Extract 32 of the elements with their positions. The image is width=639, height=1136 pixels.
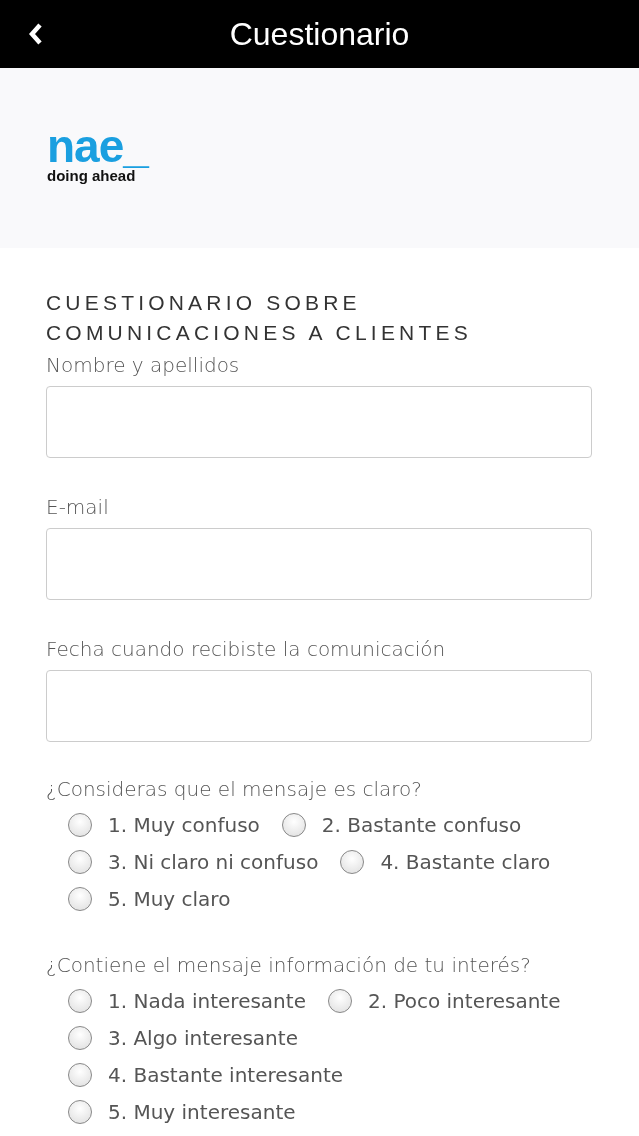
radio-button[interactable] — [68, 813, 92, 837]
option-label[interactable]: 2. Bastante confuso — [321, 810, 522, 840]
option-label[interactable]: 4. Bastante claro — [380, 847, 551, 877]
input-field[interactable] — [46, 386, 592, 458]
option-label[interactable]: 1. Nada interesante — [108, 986, 306, 1016]
form-title: CUESTIONARIO SOBRE COMUNICACIONES A CLIENTES — [46, 290, 473, 346]
radio-button[interactable] — [68, 1100, 92, 1124]
input-field[interactable] — [46, 528, 592, 600]
option-label[interactable]: 1. Muy confuso — [108, 810, 260, 840]
option-label[interactable]: 5. Muy claro — [108, 884, 231, 914]
radio-button[interactable] — [68, 850, 92, 874]
option-label[interactable]: 2. Poco interesante — [367, 986, 561, 1016]
option-label[interactable]: 3. Algo interesante — [108, 1023, 298, 1053]
question-text: ¿Consideras que el mensaje es claro? — [46, 776, 423, 803]
radio-button[interactable] — [281, 813, 306, 837]
field-label: Fecha cuando recibiste la comunicación — [46, 636, 447, 663]
input-field[interactable] — [46, 670, 592, 742]
radio-button[interactable] — [327, 989, 352, 1013]
field-label: Nombre y apellidos — [46, 352, 241, 379]
company-logo: nae_ doing ahead — [47, 125, 148, 185]
option-label[interactable]: 3. Ni claro ni confuso — [108, 847, 319, 877]
radio-button[interactable] — [68, 887, 92, 911]
question-text: ¿Contiene el mensaje información de tu interés? — [46, 952, 532, 979]
radio-button[interactable] — [340, 850, 365, 874]
option-label[interactable]: 5. Muy interesante — [108, 1097, 296, 1127]
radio-button[interactable] — [68, 1063, 92, 1087]
option-label[interactable]: 4. Bastante interesante — [108, 1060, 344, 1090]
radio-button[interactable] — [68, 1026, 92, 1050]
radio-button[interactable] — [68, 989, 92, 1013]
field-label: E-mail — [46, 494, 110, 521]
screen-title: Cuestionario — [229, 15, 410, 53]
back-icon[interactable] — [28, 23, 44, 45]
